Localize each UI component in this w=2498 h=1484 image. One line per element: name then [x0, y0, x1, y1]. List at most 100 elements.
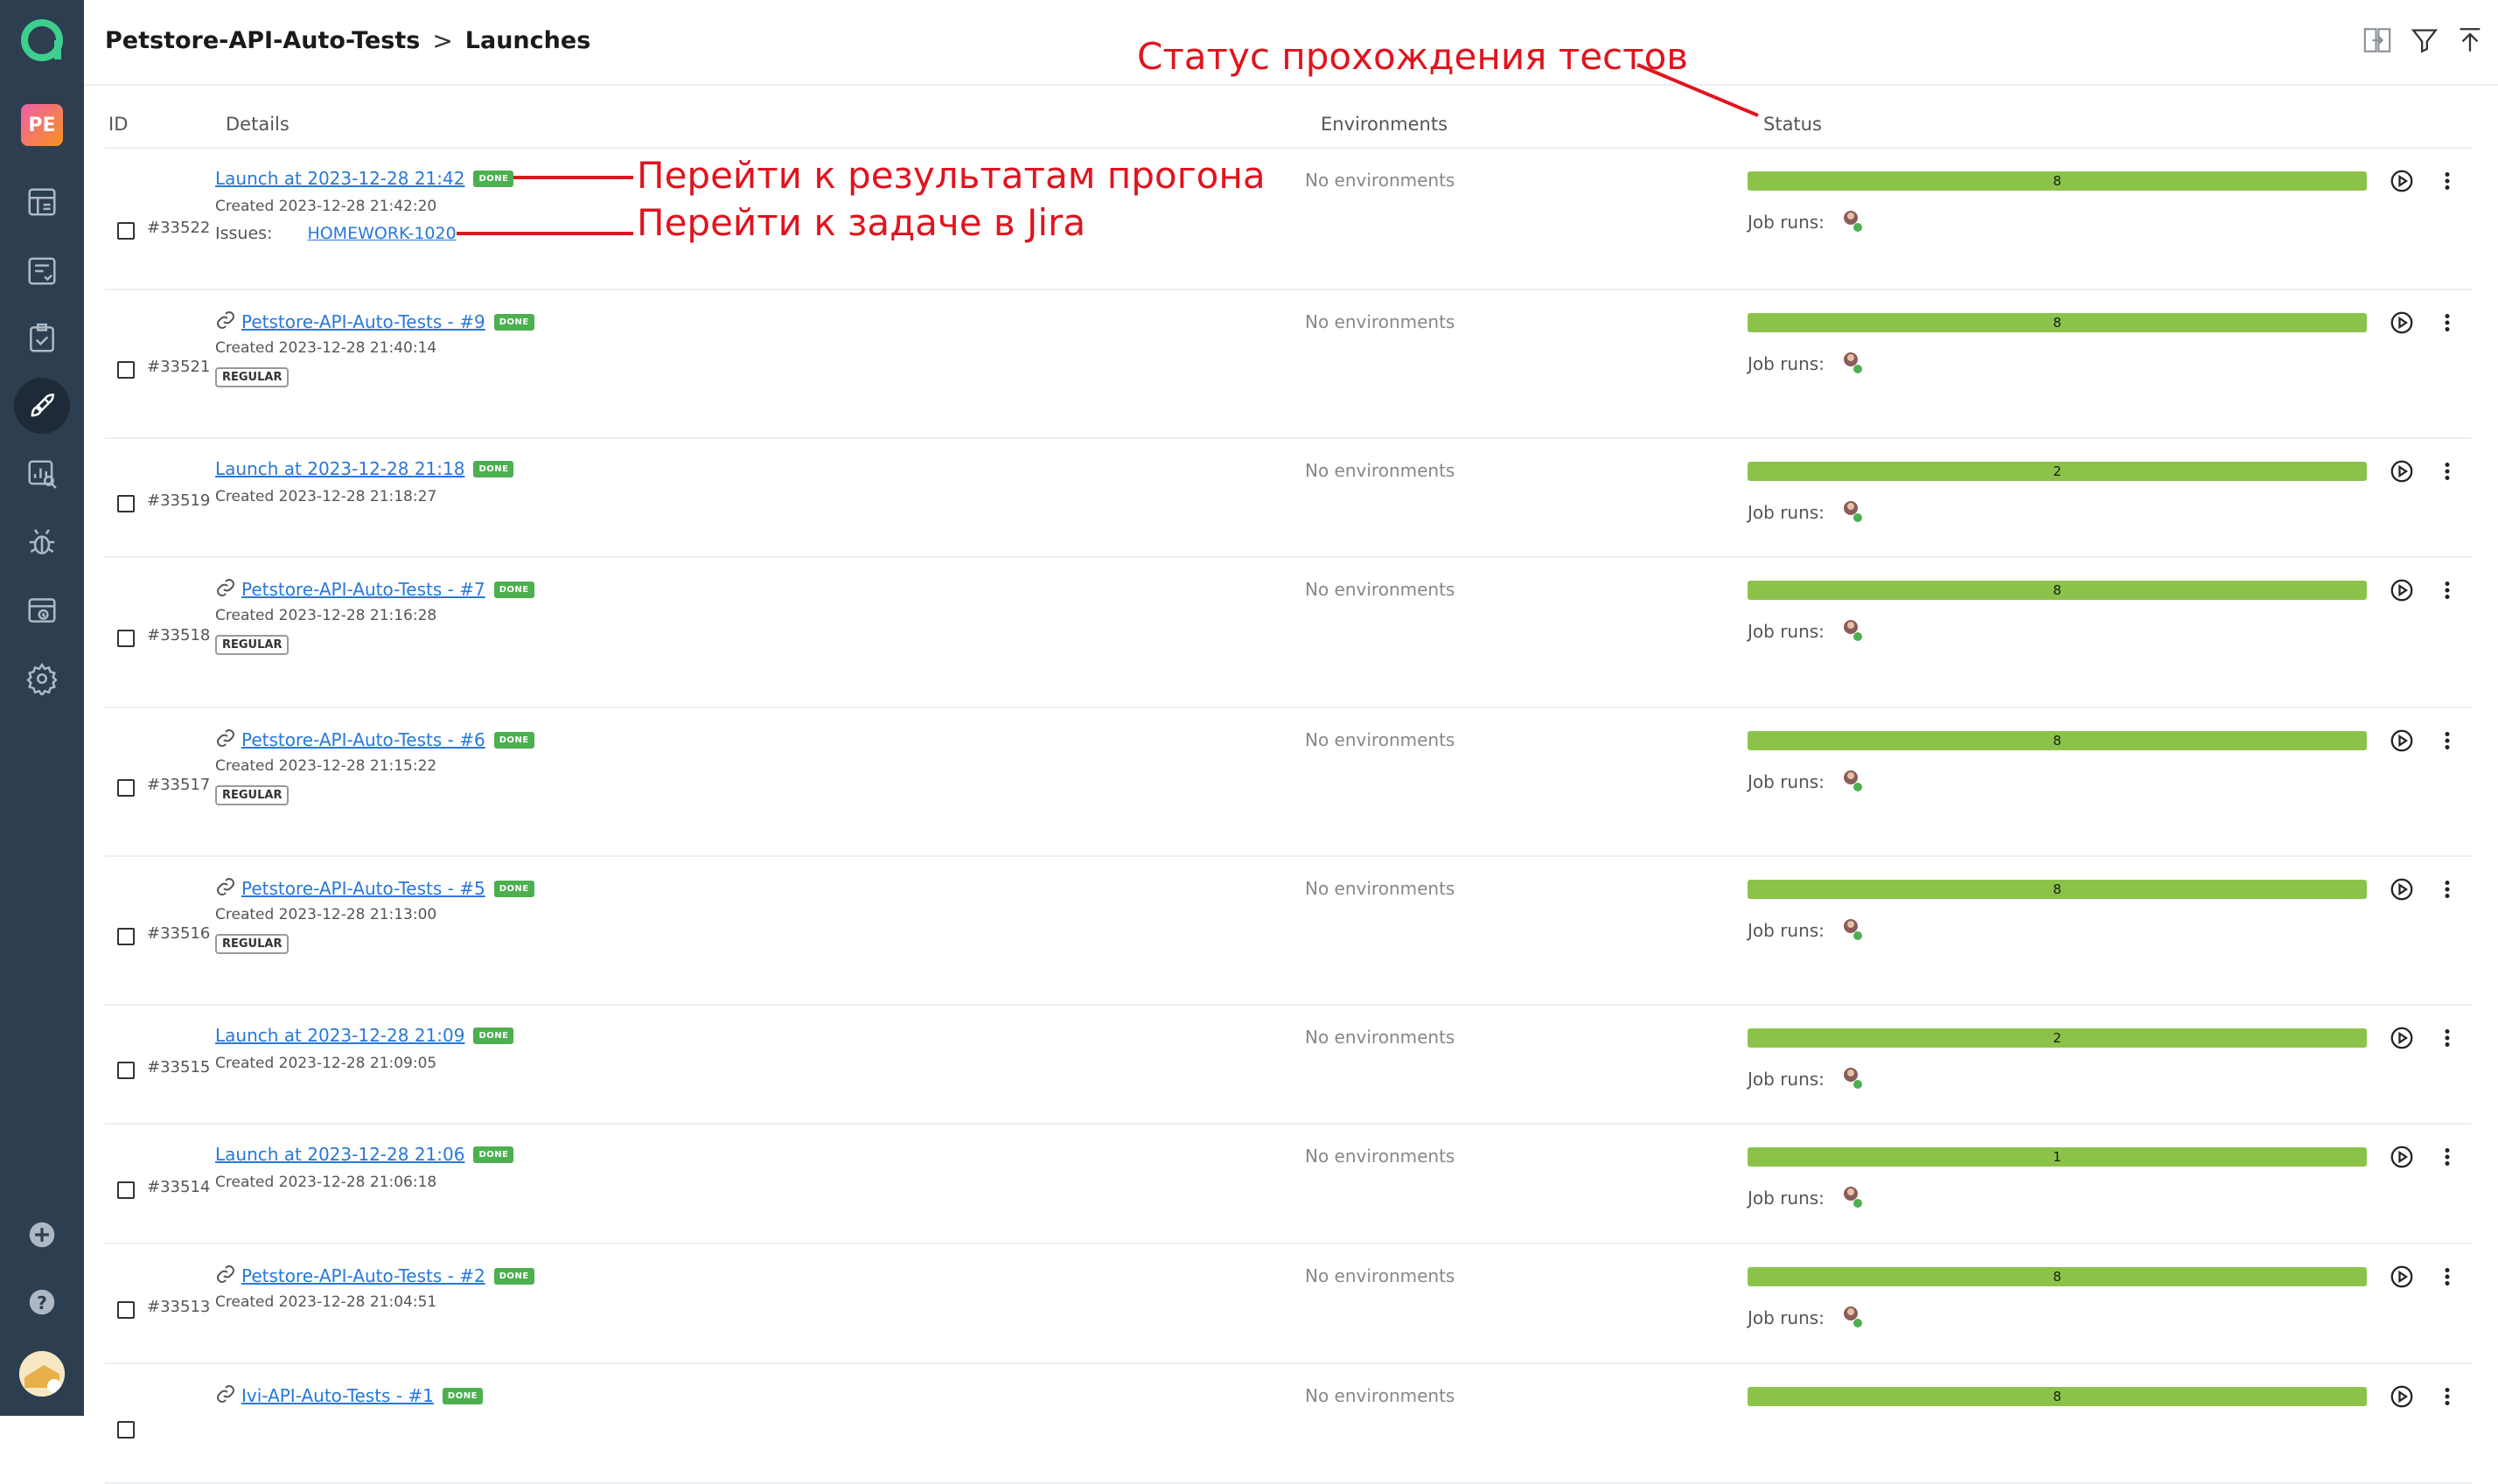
launch-link[interactable]: Ivi-API-Auto-Tests - #1 — [241, 1385, 434, 1406]
launch-link[interactable]: Launch at 2023-12-28 21:42 — [215, 168, 464, 189]
job-run-avatar[interactable] — [1840, 916, 1865, 941]
link-icon — [215, 310, 241, 334]
row-checkbox[interactable] — [117, 779, 135, 797]
launch-link[interactable]: Launch at 2023-12-28 21:09 — [215, 1025, 464, 1046]
status-bar[interactable]: 8 — [1748, 880, 2367, 899]
more-options-icon[interactable] — [2434, 577, 2460, 603]
job-run-avatar[interactable] — [1840, 498, 1865, 523]
table-row[interactable]: #33513 Petstore-API-Auto-Tests - #2 DONE Cr… — [105, 1243, 2472, 1364]
more-options-icon[interactable] — [2434, 1383, 2460, 1410]
job-run-avatar[interactable] — [1840, 768, 1865, 792]
table-row[interactable]: #33522 Launch at 2023-12-28 21:42 DONE Crea… — [105, 149, 2472, 290]
row-checkbox[interactable] — [117, 630, 135, 647]
status-bar[interactable]: 8 — [1748, 1267, 2367, 1286]
defects-icon[interactable] — [14, 514, 70, 570]
run-play-icon[interactable] — [2389, 1264, 2415, 1290]
more-options-icon[interactable] — [2434, 876, 2460, 902]
tag-badge: REGULAR — [215, 635, 290, 655]
row-checkbox[interactable] — [117, 1301, 135, 1319]
table-row[interactable]: #33515 Launch at 2023-12-28 21:09 DONE Crea… — [105, 1004, 2472, 1125]
run-play-icon[interactable] — [2389, 1144, 2415, 1170]
row-checkbox[interactable] — [117, 1181, 135, 1199]
jira-issue-link[interactable]: HOMEWORK-1020 — [307, 224, 456, 243]
row-id: #33513 — [147, 1298, 211, 1316]
row-title-line: Petstore-API-Auto-Tests - #9 DONE — [215, 310, 534, 334]
run-play-icon[interactable] — [2389, 577, 2415, 603]
job-run-avatar[interactable] — [1840, 617, 1865, 642]
row-checkbox[interactable] — [117, 495, 135, 512]
more-options-icon[interactable] — [2434, 728, 2460, 754]
run-play-icon[interactable] — [2389, 1383, 2415, 1410]
breadcrumb-project[interactable]: Petstore-API-Auto-Tests — [105, 27, 420, 54]
job-run-avatar[interactable] — [1840, 350, 1865, 374]
row-checkbox[interactable] — [117, 1062, 135, 1079]
table-row[interactable]: #33514 Launch at 2023-12-28 21:06 DONE Crea… — [105, 1123, 2472, 1244]
row-checkbox[interactable] — [117, 361, 135, 379]
table-row[interactable]: #33517 Petstore-API-Auto-Tests - #6 DONE Cr… — [105, 707, 2472, 857]
more-options-icon[interactable] — [2434, 1144, 2460, 1170]
status-bar[interactable]: 1 — [1748, 1147, 2367, 1167]
breadcrumb: Petstore-API-Auto-Tests > Launches — [105, 26, 590, 55]
table-row[interactable]: #33518 Petstore-API-Auto-Tests - #7 DONE Cr… — [105, 556, 2472, 708]
run-play-icon[interactable] — [2389, 728, 2415, 754]
more-options-icon[interactable] — [2434, 168, 2460, 194]
launches-icon[interactable] — [14, 378, 70, 434]
compare-icon[interactable] — [2360, 23, 2395, 58]
launch-link[interactable]: Petstore-API-Auto-Tests - #9 — [241, 311, 485, 332]
job-run-avatar[interactable] — [1840, 1304, 1865, 1328]
row-checkbox[interactable] — [117, 1421, 135, 1439]
test-cases-icon[interactable] — [14, 243, 70, 299]
add-icon[interactable] — [14, 1207, 70, 1263]
job-run-avatar[interactable] — [1840, 1065, 1865, 1090]
tag-badge: REGULAR — [215, 367, 290, 387]
more-options-icon[interactable] — [2434, 1264, 2460, 1290]
row-checkbox[interactable] — [117, 928, 135, 945]
created-date: Created 2023-12-28 21:15:22 — [215, 757, 437, 775]
row-title-line: Petstore-API-Auto-Tests - #6 DONE — [215, 728, 534, 752]
link-icon — [215, 1383, 241, 1408]
table-row[interactable]: Ivi-API-Auto-Tests - #1 DONE No environmen… — [105, 1362, 2472, 1484]
row-id: #33516 — [147, 924, 211, 943]
more-options-icon[interactable] — [2434, 1025, 2460, 1051]
launch-link[interactable]: Launch at 2023-12-28 21:18 — [215, 458, 464, 479]
run-play-icon[interactable] — [2389, 168, 2415, 194]
launch-link[interactable]: Petstore-API-Auto-Tests - #6 — [241, 729, 485, 750]
environments-text: No environments — [1305, 1265, 1455, 1286]
allure-logo-icon[interactable] — [19, 17, 65, 63]
status-bar[interactable]: 8 — [1748, 1387, 2367, 1406]
launch-link[interactable]: Petstore-API-Auto-Tests - #7 — [241, 579, 485, 600]
job-run-avatar[interactable] — [1840, 208, 1865, 233]
table-row[interactable]: #33519 Launch at 2023-12-28 21:18 DONE Crea… — [105, 437, 2472, 558]
help-icon[interactable]: ? — [14, 1274, 70, 1330]
more-options-icon[interactable] — [2434, 458, 2460, 484]
status-bar[interactable]: 2 — [1748, 462, 2367, 481]
run-play-icon[interactable] — [2389, 1025, 2415, 1051]
status-bar[interactable]: 8 — [1748, 581, 2367, 600]
test-plans-icon[interactable] — [14, 310, 70, 366]
status-bar[interactable]: 2 — [1748, 1028, 2367, 1048]
launch-link[interactable]: Petstore-API-Auto-Tests - #2 — [241, 1265, 485, 1286]
launch-link[interactable]: Petstore-API-Auto-Tests - #5 — [241, 878, 485, 899]
run-play-icon[interactable] — [2389, 310, 2415, 336]
project-avatar[interactable]: PE — [21, 104, 63, 146]
jobs-icon[interactable] — [14, 582, 70, 638]
table-row[interactable]: #33516 Petstore-API-Auto-Tests - #5 DONE Cr… — [105, 855, 2472, 1006]
launch-link[interactable]: Launch at 2023-12-28 21:06 — [215, 1144, 464, 1165]
status-bar[interactable]: 8 — [1748, 313, 2367, 332]
run-play-icon[interactable] — [2389, 458, 2415, 484]
status-badge: DONE — [473, 1146, 514, 1163]
settings-icon[interactable] — [14, 651, 70, 707]
filter-icon[interactable] — [2407, 23, 2442, 58]
status-bar[interactable]: 8 — [1748, 731, 2367, 750]
issues-label: Issues: — [215, 224, 273, 243]
more-options-icon[interactable] — [2434, 310, 2460, 336]
job-run-avatar[interactable] — [1840, 1184, 1865, 1209]
dashboards-icon[interactable] — [14, 174, 70, 230]
upload-icon[interactable] — [2453, 23, 2488, 58]
row-checkbox[interactable] — [117, 222, 135, 240]
analytics-icon[interactable] — [14, 446, 70, 502]
user-avatar[interactable] — [19, 1351, 65, 1397]
run-play-icon[interactable] — [2389, 876, 2415, 902]
status-bar[interactable]: 8 — [1748, 171, 2367, 191]
table-row[interactable]: #33521 Petstore-API-Auto-Tests - #9 DONE Cr… — [105, 289, 2472, 439]
